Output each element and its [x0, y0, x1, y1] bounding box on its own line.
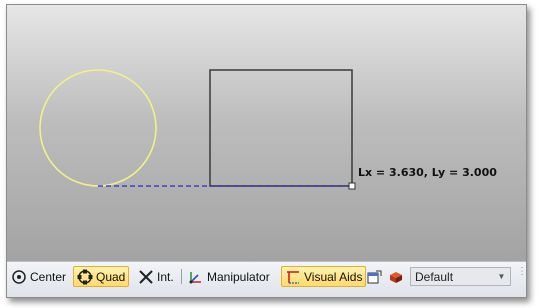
snap-toolbar: Center Quad Int. Manipulator Visual Aids…: [7, 261, 526, 297]
properties-icon: [366, 269, 382, 285]
toolbar-grip-icon[interactable]: ⋮: [517, 266, 526, 287]
visual-aids-button[interactable]: Visual Aids: [281, 266, 367, 287]
chevron-down-icon[interactable]: ▼: [495, 269, 508, 284]
drawing-canvas[interactable]: [7, 5, 526, 261]
quad-snap-button[interactable]: Quad: [73, 266, 130, 287]
intersection-snap-button[interactable]: Int.: [138, 266, 174, 287]
circle-shape[interactable]: [39, 69, 157, 187]
manipulator-label: Manipulator: [207, 269, 270, 284]
toolbar-separator: [181, 269, 182, 284]
drawing-viewport[interactable]: Lx = 3.630, Ly = 3.000: [7, 5, 526, 261]
rectangle-shape[interactable]: [209, 69, 353, 187]
center-snap-label: Center: [30, 269, 67, 284]
manipulator-icon: [188, 269, 204, 285]
corner-handle[interactable]: [348, 182, 356, 190]
style-dropdown-value: Default: [415, 270, 454, 284]
quad-snap-label: Quad: [96, 269, 126, 284]
visual-aids-icon: [285, 269, 301, 285]
intersection-snap-label: Int.: [157, 269, 174, 284]
quad-snap-icon: [77, 269, 93, 285]
intersection-snap-icon: [138, 269, 154, 285]
properties-button[interactable]: [366, 266, 385, 287]
style-dropdown[interactable]: Default ▼: [410, 267, 511, 286]
application-window: Lx = 3.630, Ly = 3.000 Center Quad Int.: [6, 4, 527, 298]
style-icon: [388, 269, 404, 285]
measurement-readout: Lx = 3.630, Ly = 3.000: [358, 166, 497, 179]
manipulator-button[interactable]: Manipulator: [188, 266, 270, 287]
style-button[interactable]: [388, 266, 407, 287]
center-snap-icon: [11, 269, 27, 285]
visual-aids-label: Visual Aids: [304, 269, 363, 284]
center-snap-button[interactable]: Center: [11, 266, 66, 287]
